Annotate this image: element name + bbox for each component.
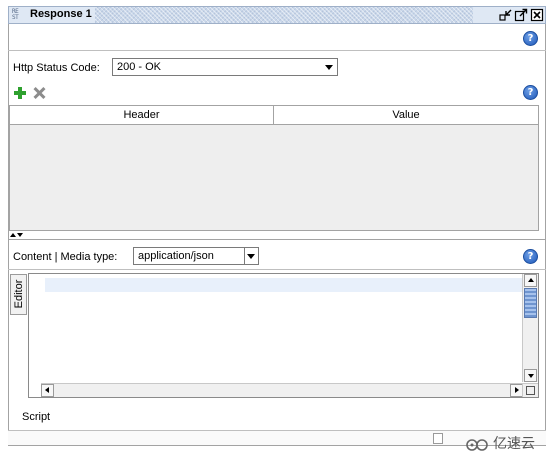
editor-tab-label: Editor (13, 279, 25, 309)
divider (8, 269, 546, 270)
rest-icon: RE ST (12, 8, 19, 21)
minimize-icon[interactable] (499, 8, 513, 22)
arrow-right-icon (515, 387, 519, 393)
response-panel: RE ST Response 1 ? Http Status Code: 200… (0, 0, 554, 455)
splitter[interactable] (8, 239, 546, 240)
scroll-down-button[interactable] (524, 369, 537, 382)
window-controls (473, 7, 545, 23)
close-icon[interactable] (530, 8, 544, 22)
scroll-up-button[interactable] (524, 274, 537, 287)
title-bar[interactable]: RE ST Response 1 (8, 6, 546, 24)
logo-icon (466, 439, 488, 451)
current-line-highlight (45, 278, 523, 292)
status-code-value: 200 - OK (117, 61, 162, 73)
column-header-header[interactable]: Header (10, 106, 274, 125)
title-left: RE ST Response 1 (9, 7, 95, 23)
chevron-down-icon (325, 65, 333, 70)
scroll-corner[interactable] (522, 383, 538, 397)
watermark: 亿速云 (465, 433, 545, 453)
help-icon[interactable]: ? (523, 31, 538, 46)
script-label[interactable]: Script (22, 411, 50, 423)
watermark-text: 亿速云 (493, 436, 535, 452)
chevron-down-icon (247, 254, 255, 259)
divider (8, 50, 546, 51)
arrow-left-icon (45, 387, 49, 393)
dropdown-button[interactable] (244, 248, 258, 264)
media-type-value: application/json (138, 250, 214, 262)
scroll-left-button[interactable] (41, 384, 54, 397)
arrow-up-icon (10, 233, 16, 237)
scroll-thumb[interactable] (524, 288, 537, 318)
arrow-down-icon (17, 233, 23, 237)
plus-icon[interactable] (13, 86, 27, 100)
column-header-value[interactable]: Value (274, 106, 538, 125)
resize-icon (526, 386, 535, 395)
help-icon[interactable]: ? (523, 85, 538, 100)
arrow-down-icon (528, 374, 534, 378)
content-media-type-label: Content | Media type: (13, 251, 118, 263)
help-icon[interactable]: ? (523, 249, 538, 264)
horizontal-scrollbar[interactable] (41, 383, 523, 397)
status-code-select[interactable]: 200 - OK (112, 58, 338, 76)
x-icon[interactable] (33, 86, 47, 100)
media-type-select[interactable]: application/json (133, 247, 259, 265)
headers-table[interactable]: Header Value (9, 105, 539, 231)
status-checkbox[interactable] (433, 433, 443, 444)
vertical-scrollbar[interactable] (522, 274, 538, 382)
arrow-up-icon (528, 278, 534, 282)
status-code-label: Http Status Code: (13, 62, 100, 74)
editor-tab[interactable]: Editor (10, 274, 27, 315)
maximize-icon[interactable] (514, 8, 528, 22)
content-editor[interactable] (28, 273, 539, 398)
panel-title: Response 1 (30, 8, 92, 20)
